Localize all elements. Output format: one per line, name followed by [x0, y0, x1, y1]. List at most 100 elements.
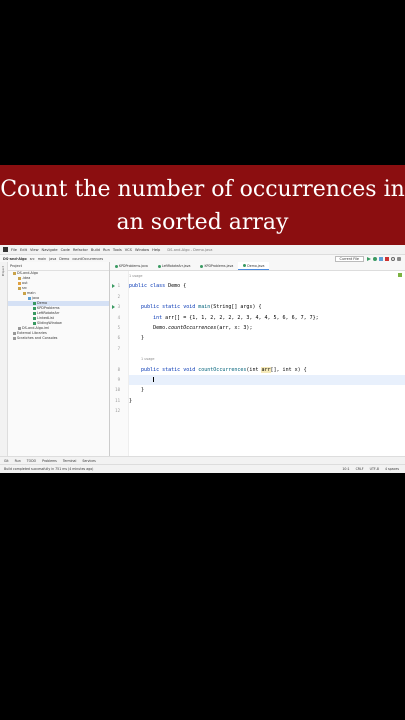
code-token: int	[153, 314, 163, 321]
code-text: 1 usage public class Demo { public stati…	[129, 271, 405, 457]
breadcrumb-item[interactable]: Demo	[59, 257, 69, 261]
tree-item[interactable]: Scratches and Consoles	[8, 336, 109, 341]
editor: KPDProblems.java LeftRotateArr.java KPDP…	[110, 262, 405, 457]
stop-icon[interactable]	[385, 257, 389, 261]
tree-item-label: .idea	[22, 276, 31, 280]
java-class-icon	[200, 264, 204, 268]
line-number	[110, 271, 128, 281]
banner-title-line-1: Count the number of occurrences in	[0, 177, 405, 202]
menu-vcs[interactable]: VCS	[125, 248, 132, 252]
tree-item-label: DS-and-Algo.iml	[22, 326, 50, 330]
tree-item-label: LeftRotateArr	[37, 311, 60, 315]
tree-item-label: External Libraries	[17, 331, 47, 335]
code-token: (int	[246, 366, 262, 373]
code-line: }	[129, 385, 405, 395]
usage-hint[interactable]: 1 usage	[141, 357, 154, 361]
line-number: 6	[117, 335, 120, 341]
tool-git[interactable]: Git	[4, 459, 9, 463]
code-area[interactable]: 1 2 3 4 5 6 7 8 9 10 11 12 1 usage publi…	[110, 271, 405, 457]
menu-view[interactable]: View	[30, 248, 39, 252]
code-token: public static void	[141, 304, 196, 311]
folder-icon	[33, 306, 36, 310]
tree-item-label: java	[32, 296, 40, 300]
file-encoding[interactable]: UTF-8	[370, 467, 379, 471]
coverage-icon[interactable]	[379, 257, 383, 261]
menu-edit[interactable]: Edit	[20, 248, 27, 252]
breadcrumb-item[interactable]: countOccurrences	[72, 257, 103, 261]
code-line: public class Demo {	[129, 281, 405, 291]
project-label[interactable]: Project	[10, 264, 22, 268]
tool-todo[interactable]: TODO	[27, 459, 36, 463]
code-token: Demo {	[168, 283, 187, 290]
folder-icon	[33, 301, 36, 305]
folder-icon	[28, 296, 31, 300]
search-icon[interactable]	[391, 257, 395, 261]
tab-kpdproblems[interactable]: KPDProblems.java	[110, 262, 153, 270]
tool-problems[interactable]: Problems	[42, 459, 57, 463]
line-separator[interactable]: CRLF	[356, 467, 364, 471]
code-token: }	[129, 397, 133, 404]
code-token: }	[141, 335, 145, 342]
code-token: public class	[129, 283, 166, 290]
menu-code[interactable]: Code	[61, 248, 70, 252]
code-line: int arr[] = {1, 1, 2, 2, 2, 2, 3, 4, 4, …	[129, 313, 405, 323]
tool-services[interactable]: Services	[82, 459, 95, 463]
indent-setting[interactable]: 4 spaces	[385, 467, 399, 471]
breadcrumb-item[interactable]: java	[49, 257, 56, 261]
menu-bar: File Edit View Navigate Code Refactor Bu…	[0, 245, 405, 255]
menu-navigate[interactable]: Navigate	[42, 248, 58, 252]
settings-icon[interactable]	[397, 257, 401, 261]
tree-item-label: KPDProblems	[37, 306, 60, 310]
line-number: 9	[117, 376, 120, 382]
code-token: main	[198, 304, 211, 311]
line-number: 1	[110, 281, 128, 291]
code-line: }	[129, 396, 405, 406]
line-gutter: 1 2 3 4 5 6 7 8 9 10 11 12	[110, 271, 129, 457]
usage-hint[interactable]: 1 usage	[129, 274, 142, 278]
caret-position[interactable]: 10:1	[342, 467, 349, 471]
java-class-icon	[157, 264, 161, 268]
toolbar	[367, 257, 405, 261]
tab-kpdproblems-2[interactable]: KPDProblems.java	[195, 262, 238, 270]
tree-item-label: main	[27, 291, 36, 295]
folder-icon	[18, 281, 21, 285]
line-number: 10	[115, 387, 120, 393]
breadcrumb-item[interactable]: DS-and-Algo	[3, 257, 27, 261]
menu-window[interactable]: Window	[135, 248, 149, 252]
breadcrumb-item[interactable]: src	[30, 257, 35, 261]
tab-demo[interactable]: Demo.java	[238, 262, 270, 270]
menu-run[interactable]: Run	[103, 248, 110, 252]
tab-leftrotatearr[interactable]: LeftRotateArr.java	[153, 262, 196, 270]
code-line: 1 usage	[129, 271, 405, 281]
window-title: DS-and-Algo - Demo.java	[167, 247, 213, 252]
code-token: arr[] = {1, 1, 2, 2, 2, 2, 3, 4, 4, 5, 6…	[162, 314, 319, 321]
ide-window: File Edit View Navigate Code Refactor Bu…	[0, 245, 405, 473]
menu-help[interactable]: Help	[152, 248, 160, 252]
tab-label: Demo.java	[247, 263, 265, 268]
folder-icon	[18, 326, 21, 330]
run-icon[interactable]	[367, 257, 371, 261]
line-number: 5	[117, 324, 120, 330]
menu-build[interactable]: Build	[91, 248, 100, 252]
code-line: Demo.countOccurrences(arr, x: 3);	[129, 323, 405, 333]
app-logo-icon	[3, 247, 8, 252]
tree-item-label: src	[22, 286, 27, 290]
menu-refactor[interactable]: Refactor	[73, 248, 88, 252]
menu-file[interactable]: File	[11, 248, 17, 252]
line-number: 11	[115, 397, 120, 403]
line-number	[110, 354, 128, 364]
breadcrumb-item[interactable]: main	[38, 257, 46, 261]
debug-icon[interactable]	[373, 257, 377, 261]
tool-project[interactable]: Project	[1, 266, 5, 276]
tree-item-label: DS-and-Algo	[17, 271, 39, 275]
tree-item-label: Scratches and Consoles	[17, 336, 58, 340]
tree-item-label: Demo	[37, 301, 48, 305]
code-line-current	[129, 374, 405, 386]
project-panel-header: Project	[8, 262, 109, 271]
run-class-icon[interactable]	[112, 284, 115, 289]
menu-tools[interactable]: Tools	[113, 248, 122, 252]
status-bar: Build completed successfully in 751 ms (…	[0, 464, 405, 473]
run-main-icon[interactable]	[112, 305, 115, 310]
tool-run[interactable]: Run	[15, 459, 21, 463]
tool-terminal[interactable]: Terminal	[63, 459, 76, 463]
